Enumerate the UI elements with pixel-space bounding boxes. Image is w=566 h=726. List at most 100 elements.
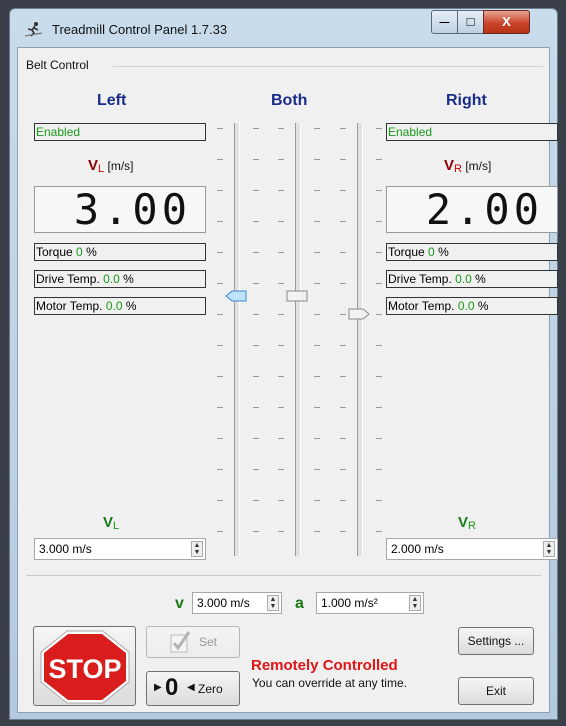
stop-button[interactable]: STOP xyxy=(33,626,136,706)
remote-status-subtitle: You can override at any time. xyxy=(252,676,407,690)
left-setpoint-symbol: V xyxy=(103,514,114,531)
left-slider-tick xyxy=(217,221,223,222)
exit-button[interactable]: Exit xyxy=(458,677,534,705)
left-slider-tick xyxy=(217,345,223,346)
right-setpoint-spinbox[interactable]: 2.000 m/s ▲ ▼ xyxy=(386,538,558,560)
left-velocity-unit: [m/s] xyxy=(107,159,134,173)
left-slider-tick xyxy=(253,252,259,253)
common-acceleration-spin-icon[interactable]: ▲ ▼ xyxy=(409,595,421,611)
common-acceleration-spinbox[interactable]: 1.000 m/s² ▲ ▼ xyxy=(316,592,424,614)
left-slider-tick xyxy=(217,190,223,191)
both-slider-tick xyxy=(278,283,284,284)
minimize-button[interactable]: — xyxy=(431,10,458,34)
left-velocity-symbol: V xyxy=(88,157,99,174)
right-torque-box: Torque 0 % xyxy=(386,243,558,261)
left-setpoint-spinbox[interactable]: 3.000 m/s ▲ ▼ xyxy=(34,538,206,560)
right-slider-tick xyxy=(376,469,382,470)
maximize-button[interactable]: □ xyxy=(457,10,484,34)
right-slider-tick xyxy=(376,314,382,315)
right-slider-tick xyxy=(340,128,346,129)
group-label-belt-control: Belt Control xyxy=(26,58,92,72)
left-slider-tick xyxy=(217,376,223,377)
left-velocity-sub: L xyxy=(98,163,105,175)
left-drive-temp-box: Drive Temp. 0.0 % xyxy=(34,270,206,288)
zero-button[interactable]: ▶ 0 ◀ Zero xyxy=(146,671,240,706)
left-setpoint-sub: L xyxy=(113,520,120,532)
both-slider-track[interactable] xyxy=(295,123,301,556)
both-slider-tick xyxy=(314,314,320,315)
both-slider-tick xyxy=(278,159,284,160)
left-slider-tick xyxy=(217,314,223,315)
left-motor-temp-box: Motor Temp. 0.0 % xyxy=(34,297,206,315)
title-bar[interactable]: Treadmill Control Panel 1.7.33 — □ X xyxy=(10,9,557,47)
right-drive-temp-box: Drive Temp. 0.0 % xyxy=(386,270,558,288)
right-velocity-label: VR [m/s] xyxy=(444,157,491,175)
right-spin-arrows-icon[interactable]: ▲ ▼ xyxy=(543,541,555,557)
both-slider-tick xyxy=(314,283,320,284)
right-drive-temp-value: 0.0 xyxy=(455,272,472,286)
both-slider-tick xyxy=(278,314,284,315)
left-slider-tick xyxy=(253,128,259,129)
bottom-separator xyxy=(26,575,541,576)
right-slider-tick xyxy=(340,252,346,253)
left-status-box: Enabled xyxy=(34,123,206,141)
common-velocity-label: v xyxy=(175,595,184,612)
right-setpoint-sub: R xyxy=(468,520,476,532)
left-slider-tick xyxy=(253,159,259,160)
right-slider-tick xyxy=(340,314,346,315)
left-slider-tick xyxy=(253,314,259,315)
left-slider-tick xyxy=(217,500,223,501)
settings-button[interactable]: Settings ... xyxy=(458,627,534,655)
right-slider-thumb[interactable] xyxy=(348,308,370,320)
right-velocity-sub: R xyxy=(454,163,462,175)
left-slider-thumb[interactable] xyxy=(225,290,247,302)
set-label: Set xyxy=(199,635,218,649)
left-slider-tick xyxy=(217,438,223,439)
left-slider-tick xyxy=(217,128,223,129)
both-slider-tick xyxy=(278,407,284,408)
left-setpoint-value: 3.000 m/s xyxy=(39,542,92,556)
common-velocity-spinbox[interactable]: 3.000 m/s ▲ ▼ xyxy=(192,592,282,614)
right-slider-tick xyxy=(340,407,346,408)
right-setpoint-symbol: V xyxy=(458,514,469,531)
left-torque-unit: % xyxy=(86,245,97,259)
right-velocity-symbol: V xyxy=(444,157,455,174)
stop-sign-icon: STOP xyxy=(40,630,130,704)
right-slider-tick xyxy=(376,531,382,532)
left-slider-track[interactable] xyxy=(234,123,240,556)
right-status-box: Enabled xyxy=(386,123,558,141)
right-arrow-icon: ▶ xyxy=(154,682,162,693)
common-velocity-spin-icon[interactable]: ▲ ▼ xyxy=(267,595,279,611)
right-torque-unit: % xyxy=(438,245,449,259)
left-slider-tick xyxy=(253,500,259,501)
both-slider-tick xyxy=(314,159,320,160)
right-slider-tick xyxy=(376,345,382,346)
both-slider-tick xyxy=(314,376,320,377)
zero-digit: 0 xyxy=(165,674,179,701)
close-icon: X xyxy=(502,14,511,29)
right-slider-tick xyxy=(340,283,346,284)
checkmark-icon xyxy=(170,631,191,653)
right-slider-track[interactable] xyxy=(357,123,363,556)
left-slider-tick xyxy=(217,531,223,532)
left-slider-tick xyxy=(253,283,259,284)
both-slider-tick xyxy=(278,438,284,439)
left-slider-tick xyxy=(217,407,223,408)
both-slider-thumb[interactable] xyxy=(286,290,308,302)
left-slider-tick xyxy=(253,531,259,532)
close-button[interactable]: X xyxy=(483,10,530,34)
right-slider-tick xyxy=(340,531,346,532)
both-slider-tick xyxy=(278,376,284,377)
right-slider-tick xyxy=(376,128,382,129)
left-torque-value: 0 xyxy=(76,245,83,259)
right-slider-tick xyxy=(340,345,346,346)
right-slider-tick xyxy=(376,283,382,284)
left-spin-arrows-icon[interactable]: ▲ ▼ xyxy=(191,541,203,557)
left-slider-tick xyxy=(253,190,259,191)
right-torque-value: 0 xyxy=(428,245,435,259)
right-slider-tick xyxy=(340,469,346,470)
both-slider-tick xyxy=(314,128,320,129)
right-slider-tick xyxy=(376,159,382,160)
set-button[interactable]: Set xyxy=(146,626,240,658)
right-motor-temp-value: 0.0 xyxy=(457,299,475,313)
